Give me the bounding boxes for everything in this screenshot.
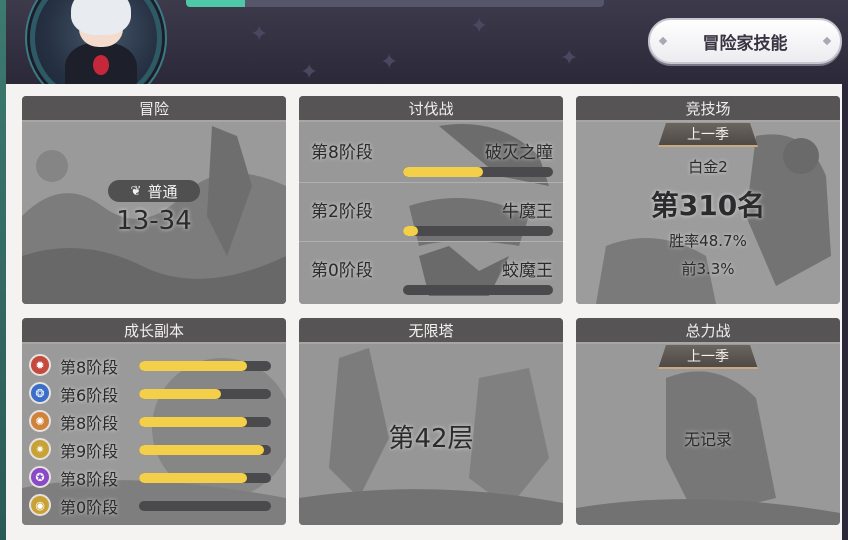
total-war-record: 无记录 bbox=[683, 430, 732, 449]
growth-dungeon-title: 成长副本 bbox=[22, 318, 286, 344]
star-decoration-icon: ✦ bbox=[250, 22, 269, 47]
star-decoration-icon: ✦ bbox=[470, 14, 489, 39]
raid-boss-progress-fill bbox=[403, 167, 483, 177]
growth-progress-bar bbox=[139, 501, 271, 511]
total-war-title: 总力战 bbox=[576, 318, 840, 344]
growth-progress-bar bbox=[139, 389, 271, 399]
growth-progress-bar bbox=[139, 417, 271, 427]
growth-progress-bar bbox=[139, 445, 271, 455]
growth-stage-label: 第8阶段 bbox=[60, 414, 119, 433]
water-element-icon: ❂ bbox=[29, 382, 51, 404]
arena-season-tag: 上一季 bbox=[658, 123, 758, 147]
arena-tier: 白金2 bbox=[688, 158, 728, 176]
arena-rank: 第310名 bbox=[650, 189, 766, 222]
growth-progress-fill bbox=[139, 473, 248, 483]
avatar-gem bbox=[93, 55, 109, 75]
raid-boss-progress-bar bbox=[403, 285, 553, 295]
growth-progress-bar bbox=[139, 473, 271, 483]
total-war-card[interactable]: 总力战 上一季 无记录 bbox=[576, 318, 840, 525]
raid-boss-progress-bar bbox=[403, 167, 553, 177]
divider bbox=[299, 241, 563, 242]
raid-boss-name: 蛟魔王 bbox=[502, 261, 553, 281]
growth-dungeon-card[interactable]: 成长副本 ✹ 第8阶段 ❂ 第6阶段 ✺ 第8阶段 ✷ 第9阶段 ✪ 第8阶段 … bbox=[22, 318, 286, 525]
growth-progress-bar bbox=[139, 361, 271, 371]
tower-floor: 第42层 bbox=[388, 424, 474, 454]
star-decoration-icon: ✦ bbox=[300, 60, 319, 85]
gold-coin-icon: ◉ bbox=[29, 494, 51, 516]
total-war-season-tag: 上一季 bbox=[658, 345, 758, 369]
infinite-tower-card[interactable]: 无限塔 第42层 bbox=[299, 318, 563, 525]
raid-boss-progress-fill bbox=[403, 226, 418, 236]
growth-progress-fill bbox=[139, 361, 248, 371]
growth-progress-fill bbox=[139, 445, 265, 455]
dark-element-icon: ✪ bbox=[29, 466, 51, 488]
avatar-hair bbox=[71, 0, 131, 35]
arena-card[interactable]: 竞技场 上一季 白金2 第310名 胜率48.7% 前3.3% bbox=[576, 96, 840, 304]
adventure-card-title: 冒险 bbox=[22, 96, 286, 122]
star-decoration-icon: ✦ bbox=[560, 46, 579, 71]
adventurer-skill-button[interactable]: 冒险家技能 bbox=[648, 18, 842, 64]
raid-boss-stage: 第2阶段 bbox=[311, 202, 373, 222]
growth-stage-label: 第8阶段 bbox=[60, 470, 119, 489]
leaf-icon: ❦ bbox=[130, 183, 142, 199]
fire-element-icon: ✹ bbox=[29, 354, 51, 376]
adventure-stage: 13-34 bbox=[116, 206, 192, 236]
arena-winrate: 胜率48.7% bbox=[669, 232, 747, 250]
growth-progress-fill bbox=[139, 417, 248, 427]
arena-top-percent: 前3.3% bbox=[681, 260, 735, 278]
infinite-tower-title: 无限塔 bbox=[299, 318, 563, 344]
raid-boss-name: 破灭之瞳 bbox=[485, 143, 553, 163]
growth-stage-label: 第9阶段 bbox=[60, 442, 119, 461]
experience-bar-fill bbox=[186, 0, 245, 7]
growth-stage-label: 第6阶段 bbox=[60, 386, 119, 405]
arena-card-title: 竞技场 bbox=[576, 96, 840, 122]
raid-boss-stage: 第8阶段 bbox=[311, 143, 373, 163]
difficulty-label: 普通 bbox=[147, 182, 178, 201]
divider bbox=[299, 182, 563, 183]
growth-stage-label: 第8阶段 bbox=[60, 358, 119, 377]
raid-boss-stage: 第0阶段 bbox=[311, 261, 373, 281]
earth-element-icon: ✺ bbox=[29, 410, 51, 432]
raid-card-title: 讨伐战 bbox=[299, 96, 563, 122]
growth-progress-fill bbox=[139, 389, 221, 399]
raid-boss-progress-bar bbox=[403, 226, 553, 236]
raid-card[interactable]: 讨伐战 第8阶段 破灭之瞳 第2阶段 牛魔王 第0阶段 蛟魔王 bbox=[299, 96, 563, 304]
adventure-card[interactable]: 冒险 ❦ 普通 13-34 bbox=[22, 96, 286, 304]
difficulty-badge: ❦ 普通 bbox=[108, 180, 200, 202]
adventurer-skill-label: 冒险家技能 bbox=[702, 33, 788, 54]
star-decoration-icon: ✦ bbox=[380, 50, 399, 75]
growth-stage-label: 第0阶段 bbox=[60, 498, 119, 517]
light-element-icon: ✷ bbox=[29, 438, 51, 460]
raid-boss-name: 牛魔王 bbox=[502, 202, 553, 222]
experience-bar bbox=[186, 0, 604, 7]
